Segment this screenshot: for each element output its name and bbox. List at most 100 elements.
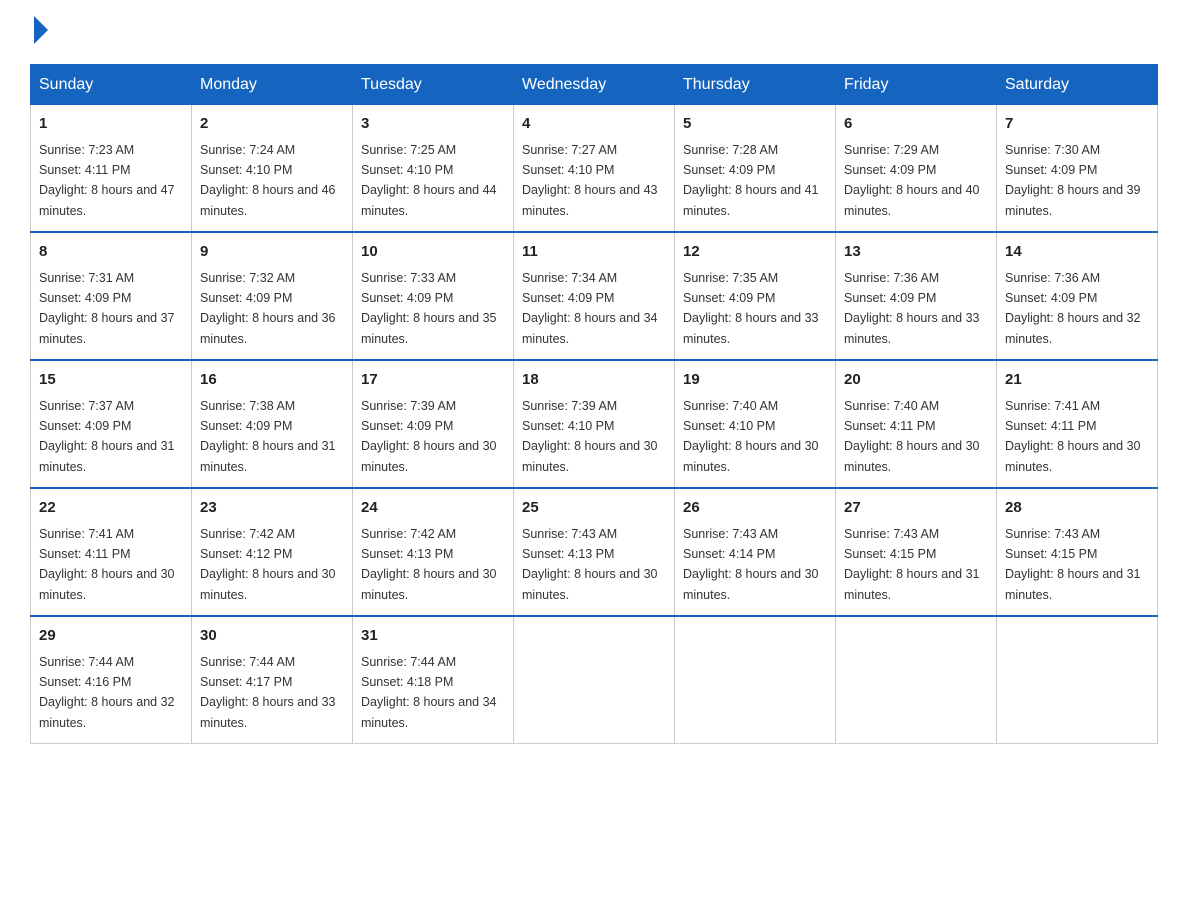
day-number: 14 (1005, 241, 1149, 264)
day-number: 4 (522, 113, 666, 136)
day-info: Sunrise: 7:23 AMSunset: 4:11 PMDaylight:… (39, 143, 175, 218)
day-info: Sunrise: 7:41 AMSunset: 4:11 PMDaylight:… (1005, 399, 1141, 474)
day-info: Sunrise: 7:37 AMSunset: 4:09 PMDaylight:… (39, 399, 175, 474)
day-info: Sunrise: 7:36 AMSunset: 4:09 PMDaylight:… (844, 271, 980, 346)
header-saturday: Saturday (997, 65, 1158, 105)
calendar-cell: 30 Sunrise: 7:44 AMSunset: 4:17 PMDayligh… (192, 616, 353, 744)
day-info: Sunrise: 7:27 AMSunset: 4:10 PMDaylight:… (522, 143, 658, 218)
calendar-cell: 13 Sunrise: 7:36 AMSunset: 4:09 PMDayligh… (836, 232, 997, 360)
header-friday: Friday (836, 65, 997, 105)
calendar-cell (997, 616, 1158, 744)
week-row-2: 8 Sunrise: 7:31 AMSunset: 4:09 PMDaylight… (31, 232, 1158, 360)
calendar-cell: 22 Sunrise: 7:41 AMSunset: 4:11 PMDayligh… (31, 488, 192, 616)
day-number: 30 (200, 625, 344, 648)
day-info: Sunrise: 7:39 AMSunset: 4:10 PMDaylight:… (522, 399, 658, 474)
day-number: 10 (361, 241, 505, 264)
calendar-cell: 17Sunrise: 7:39 AMSunset: 4:09 PMDayligh… (353, 360, 514, 488)
header-wednesday: Wednesday (514, 65, 675, 105)
day-info: Sunrise: 7:40 AMSunset: 4:11 PMDaylight:… (844, 399, 980, 474)
day-info: Sunrise: 7:43 AMSunset: 4:15 PMDaylight:… (1005, 527, 1141, 602)
day-number: 25 (522, 497, 666, 520)
day-number: 13 (844, 241, 988, 264)
day-info: Sunrise: 7:43 AMSunset: 4:14 PMDaylight:… (683, 527, 819, 602)
week-row-4: 22 Sunrise: 7:41 AMSunset: 4:11 PMDayligh… (31, 488, 1158, 616)
day-info: Sunrise: 7:33 AMSunset: 4:09 PMDaylight:… (361, 271, 497, 346)
calendar-cell: 15Sunrise: 7:37 AMSunset: 4:09 PMDayligh… (31, 360, 192, 488)
day-info: Sunrise: 7:44 AMSunset: 4:16 PMDaylight:… (39, 655, 175, 730)
calendar-cell: 29 Sunrise: 7:44 AMSunset: 4:16 PMDayligh… (31, 616, 192, 744)
day-number: 1 (39, 113, 183, 136)
day-number: 31 (361, 625, 505, 648)
day-number: 22 (39, 497, 183, 520)
day-info: Sunrise: 7:42 AMSunset: 4:13 PMDaylight:… (361, 527, 497, 602)
calendar-cell: 2Sunrise: 7:24 AMSunset: 4:10 PMDaylight… (192, 105, 353, 233)
calendar-cell: 14 Sunrise: 7:36 AMSunset: 4:09 PMDayligh… (997, 232, 1158, 360)
day-info: Sunrise: 7:43 AMSunset: 4:15 PMDaylight:… (844, 527, 980, 602)
day-number: 19 (683, 369, 827, 392)
day-number: 8 (39, 241, 183, 264)
day-number: 16 (200, 369, 344, 392)
day-info: Sunrise: 7:40 AMSunset: 4:10 PMDaylight:… (683, 399, 819, 474)
calendar-cell: 9 Sunrise: 7:32 AMSunset: 4:09 PMDaylight… (192, 232, 353, 360)
day-info: Sunrise: 7:42 AMSunset: 4:12 PMDaylight:… (200, 527, 336, 602)
calendar-table: SundayMondayTuesdayWednesdayThursdayFrid… (30, 64, 1158, 744)
week-row-5: 29 Sunrise: 7:44 AMSunset: 4:16 PMDayligh… (31, 616, 1158, 744)
calendar-cell: 25Sunrise: 7:43 AMSunset: 4:13 PMDayligh… (514, 488, 675, 616)
calendar-cell: 4 Sunrise: 7:27 AMSunset: 4:10 PMDaylight… (514, 105, 675, 233)
calendar-cell: 7 Sunrise: 7:30 AMSunset: 4:09 PMDaylight… (997, 105, 1158, 233)
week-row-1: 1 Sunrise: 7:23 AMSunset: 4:11 PMDaylight… (31, 105, 1158, 233)
calendar-header-row: SundayMondayTuesdayWednesdayThursdayFrid… (31, 65, 1158, 105)
day-info: Sunrise: 7:25 AMSunset: 4:10 PMDaylight:… (361, 143, 497, 218)
day-number: 6 (844, 113, 988, 136)
header-sunday: Sunday (31, 65, 192, 105)
calendar-cell (514, 616, 675, 744)
page-header (30, 20, 1158, 44)
calendar-cell: 6 Sunrise: 7:29 AMSunset: 4:09 PMDaylight… (836, 105, 997, 233)
day-info: Sunrise: 7:31 AMSunset: 4:09 PMDaylight:… (39, 271, 175, 346)
calendar-cell: 31 Sunrise: 7:44 AMSunset: 4:18 PMDayligh… (353, 616, 514, 744)
day-info: Sunrise: 7:34 AMSunset: 4:09 PMDaylight:… (522, 271, 658, 346)
calendar-cell: 18 Sunrise: 7:39 AMSunset: 4:10 PMDayligh… (514, 360, 675, 488)
logo (30, 20, 48, 44)
day-number: 9 (200, 241, 344, 264)
day-info: Sunrise: 7:44 AMSunset: 4:18 PMDaylight:… (361, 655, 497, 730)
day-info: Sunrise: 7:44 AMSunset: 4:17 PMDaylight:… (200, 655, 336, 730)
day-number: 29 (39, 625, 183, 648)
day-info: Sunrise: 7:24 AMSunset: 4:10 PMDaylight:… (200, 143, 336, 218)
day-info: Sunrise: 7:28 AMSunset: 4:09 PMDaylight:… (683, 143, 819, 218)
day-info: Sunrise: 7:29 AMSunset: 4:09 PMDaylight:… (844, 143, 980, 218)
calendar-cell: 16 Sunrise: 7:38 AMSunset: 4:09 PMDayligh… (192, 360, 353, 488)
calendar-cell: 19 Sunrise: 7:40 AMSunset: 4:10 PMDayligh… (675, 360, 836, 488)
day-info: Sunrise: 7:38 AMSunset: 4:09 PMDaylight:… (200, 399, 336, 474)
calendar-cell: 1 Sunrise: 7:23 AMSunset: 4:11 PMDaylight… (31, 105, 192, 233)
calendar-cell: 3 Sunrise: 7:25 AMSunset: 4:10 PMDaylight… (353, 105, 514, 233)
day-info: Sunrise: 7:39 AMSunset: 4:09 PMDaylight:… (361, 399, 497, 474)
day-number: 5 (683, 113, 827, 136)
calendar-cell: 10 Sunrise: 7:33 AMSunset: 4:09 PMDayligh… (353, 232, 514, 360)
week-row-3: 15Sunrise: 7:37 AMSunset: 4:09 PMDayligh… (31, 360, 1158, 488)
day-info: Sunrise: 7:41 AMSunset: 4:11 PMDaylight:… (39, 527, 175, 602)
day-info: Sunrise: 7:30 AMSunset: 4:09 PMDaylight:… (1005, 143, 1141, 218)
day-number: 23 (200, 497, 344, 520)
calendar-cell: 8 Sunrise: 7:31 AMSunset: 4:09 PMDaylight… (31, 232, 192, 360)
calendar-cell: 24 Sunrise: 7:42 AMSunset: 4:13 PMDayligh… (353, 488, 514, 616)
header-tuesday: Tuesday (353, 65, 514, 105)
calendar-cell: 21Sunrise: 7:41 AMSunset: 4:11 PMDayligh… (997, 360, 1158, 488)
calendar-cell: 26Sunrise: 7:43 AMSunset: 4:14 PMDayligh… (675, 488, 836, 616)
day-number: 20 (844, 369, 988, 392)
day-number: 28 (1005, 497, 1149, 520)
day-number: 7 (1005, 113, 1149, 136)
day-info: Sunrise: 7:35 AMSunset: 4:09 PMDaylight:… (683, 271, 819, 346)
day-number: 24 (361, 497, 505, 520)
calendar-cell: 20 Sunrise: 7:40 AMSunset: 4:11 PMDayligh… (836, 360, 997, 488)
day-info: Sunrise: 7:32 AMSunset: 4:09 PMDaylight:… (200, 271, 336, 346)
calendar-cell: 27Sunrise: 7:43 AMSunset: 4:15 PMDayligh… (836, 488, 997, 616)
calendar-cell: 28 Sunrise: 7:43 AMSunset: 4:15 PMDayligh… (997, 488, 1158, 616)
calendar-cell (675, 616, 836, 744)
day-info: Sunrise: 7:36 AMSunset: 4:09 PMDaylight:… (1005, 271, 1141, 346)
day-number: 18 (522, 369, 666, 392)
logo-triangle-icon (34, 16, 48, 44)
day-number: 12 (683, 241, 827, 264)
calendar-cell: 11Sunrise: 7:34 AMSunset: 4:09 PMDayligh… (514, 232, 675, 360)
day-number: 3 (361, 113, 505, 136)
